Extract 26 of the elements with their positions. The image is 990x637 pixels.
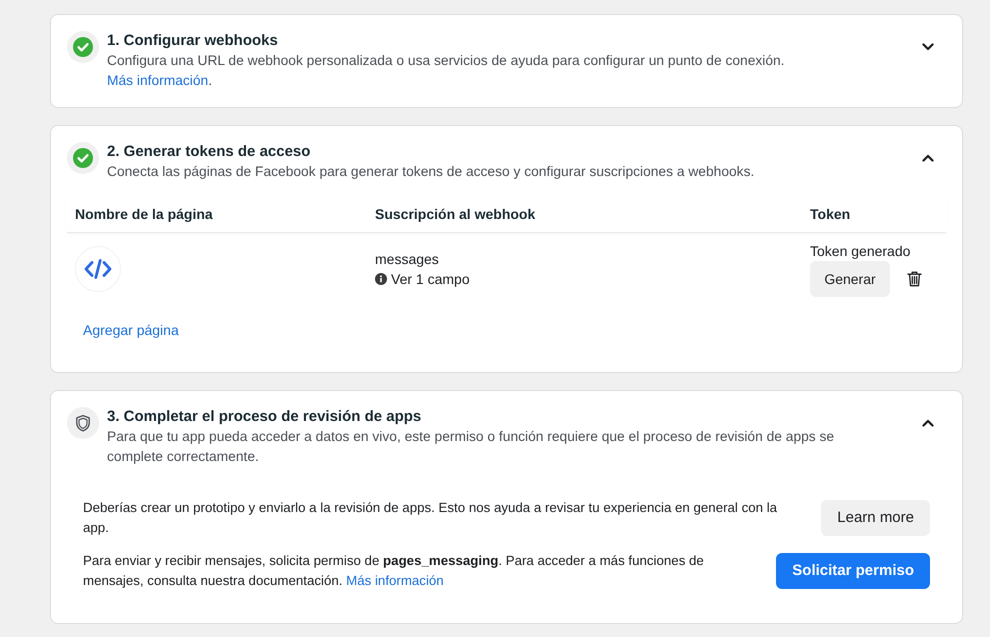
code-icon bbox=[75, 246, 121, 292]
info-paragraph: Para enviar y recibir mensajes, solicita permiso de pages_messaging. Para acceder a más funciones de mensajes, consulta nuestra documentación. Más información bbox=[83, 552, 705, 590]
info-icon bbox=[375, 273, 387, 285]
step-title: 3. Completar el proceso de revisión de apps bbox=[107, 407, 422, 427]
view-fields-link[interactable]: Ver 1 campo bbox=[375, 269, 470, 289]
trash-icon[interactable] bbox=[907, 271, 922, 287]
step-title: 2. Generar tokens de acceso bbox=[107, 142, 310, 162]
info-paragraph: Deberías crear un prototipo y enviarlo a la revisión de apps. Esto nos ayuda a revisar tu experiencia en general con la app. bbox=[83, 499, 778, 537]
chevron-up-icon[interactable] bbox=[922, 154, 934, 162]
generate-button[interactable]: Generar bbox=[810, 261, 890, 297]
column-header: Nombre de la página bbox=[75, 206, 213, 222]
step-description: Conecta las páginas de Facebook para generar tokens de acceso y configurar suscripciones a webhooks. bbox=[107, 163, 754, 181]
step-description: Para que tu app pueda acceder a datos en vivo, este permiso o función requiere que el proceso de revisión de apps se complete correctamente. bbox=[107, 428, 836, 466]
request-permission-button[interactable]: Solicitar permiso bbox=[776, 553, 930, 589]
chevron-down-icon[interactable] bbox=[922, 43, 934, 51]
chevron-up-icon[interactable] bbox=[922, 419, 934, 427]
more-info-link[interactable]: Más información bbox=[346, 573, 444, 588]
more-info-link[interactable]: Más información bbox=[107, 73, 208, 88]
table-cell-text: Token generado bbox=[810, 242, 910, 261]
step-title: 1. Configurar webhooks bbox=[107, 31, 278, 51]
column-header: Suscripción al webhook bbox=[375, 206, 536, 222]
column-header: Token bbox=[810, 206, 850, 222]
step-description: Configura una URL de webhook personalizada o usa servicios de ayuda para configurar un punto de conexión. Más información. bbox=[107, 52, 786, 90]
table-cell-text: messages bbox=[375, 250, 439, 269]
learn-more-button[interactable]: Learn more bbox=[821, 500, 930, 536]
add-page-link[interactable]: Agregar página bbox=[83, 320, 179, 340]
